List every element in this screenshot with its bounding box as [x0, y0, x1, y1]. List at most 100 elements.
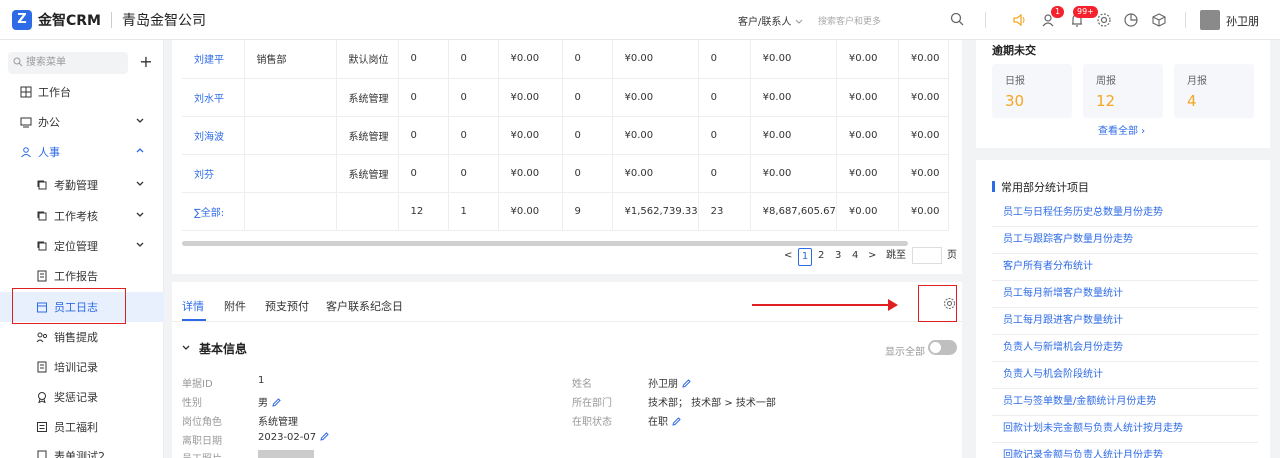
- chevron-down-icon[interactable]: [182, 344, 190, 352]
- sidebar-item-hr[interactable]: 人事: [0, 137, 164, 167]
- page-2-button[interactable]: 2: [818, 248, 824, 264]
- copy-icon: [37, 241, 47, 251]
- sidebar-item-label: 人事: [38, 146, 60, 159]
- annotation-arrow: [752, 304, 892, 306]
- stats-link[interactable]: 员工与跟踪客户数量月份走势: [992, 227, 1258, 254]
- stat-daily[interactable]: 日报 30: [992, 64, 1072, 118]
- field-value-status: 在职: [648, 413, 681, 428]
- stat-value: 12: [1096, 92, 1116, 110]
- table-cell: ¥0.00: [836, 78, 899, 117]
- logo-icon[interactable]: Z: [12, 9, 32, 30]
- active-tab-indicator: [182, 319, 206, 321]
- tab-advance-payment[interactable]: 预支预付: [265, 298, 309, 314]
- stat-weekly[interactable]: 周报 12: [1083, 64, 1163, 118]
- edit-icon[interactable]: [272, 398, 281, 407]
- chevron-down-icon: [136, 118, 144, 123]
- stats-link[interactable]: 员工每月跟进客户数量统计: [992, 308, 1258, 335]
- table-cell-name[interactable]: 刘芬: [182, 154, 245, 193]
- tab-anniversary[interactable]: 客户联系纪念日: [326, 298, 403, 314]
- monitor-icon: [20, 117, 32, 128]
- stats-link[interactable]: 回款记录金额与负责人统计月份走势: [992, 443, 1258, 458]
- table-cell-name[interactable]: 刘海波: [182, 116, 245, 155]
- sidebar-item-attendance[interactable]: 考勤管理: [0, 170, 164, 200]
- avatar[interactable]: [1200, 10, 1220, 30]
- stats-link[interactable]: 员工与日程任务历史总数量月份走势: [992, 200, 1258, 227]
- document-icon: [37, 450, 47, 458]
- menu-search-placeholder: 搜索菜单: [26, 57, 66, 68]
- page-3-button[interactable]: 3: [835, 248, 841, 264]
- next-page-button[interactable]: >: [868, 248, 876, 264]
- cube-icon[interactable]: [1150, 11, 1168, 29]
- prev-page-button[interactable]: <: [784, 248, 792, 264]
- page-1-button[interactable]: 1: [798, 248, 812, 266]
- menu-search-input[interactable]: 搜索菜单: [8, 52, 128, 74]
- sidebar-item-form-test[interactable]: 表单测试2: [0, 441, 164, 458]
- table-cell: 0: [448, 78, 499, 117]
- show-all-toggle[interactable]: [928, 340, 957, 355]
- table-cell: ¥0.00: [898, 78, 949, 117]
- title-accent-bar: [992, 181, 995, 192]
- page-4-button[interactable]: 4: [852, 248, 858, 264]
- employee-photo[interactable]: [258, 450, 314, 458]
- edit-icon[interactable]: [672, 417, 681, 426]
- horizontal-scrollbar[interactable]: [182, 241, 908, 246]
- tab-attachments[interactable]: 附件: [224, 298, 246, 314]
- field-value-leave-date: 2023-02-07: [258, 432, 329, 443]
- sidebar-item-office[interactable]: 办公: [0, 107, 164, 137]
- sidebar-item-label: 工作台: [38, 86, 71, 99]
- sidebar-item-label: 奖惩记录: [54, 391, 98, 404]
- table-cell: ¥0.00: [612, 40, 699, 79]
- stat-label: 周报: [1096, 76, 1116, 87]
- pie-chart-icon[interactable]: [1122, 11, 1140, 29]
- grid-icon: [20, 86, 32, 98]
- document-icon: [37, 361, 47, 373]
- search-icon[interactable]: [950, 12, 964, 26]
- table-cell-name[interactable]: 刘水平: [182, 78, 245, 117]
- stats-link[interactable]: 员工与签单数量/金额统计月份走势: [992, 389, 1258, 416]
- sidebar-item-commission[interactable]: 销售提成: [0, 322, 164, 352]
- sidebar-item-assessment[interactable]: 工作考核: [0, 201, 164, 231]
- sidebar-item-label: 培训记录: [54, 361, 98, 374]
- sidebar-item-work-report[interactable]: 工作报告: [0, 261, 164, 291]
- table-cell: ¥0.00: [836, 154, 899, 193]
- stats-link[interactable]: 负责人与机会阶段统计: [992, 362, 1258, 389]
- table-cell-name[interactable]: ∑全部:: [182, 192, 245, 231]
- jump-page-input[interactable]: [912, 247, 942, 264]
- table-cell: ¥0.00: [750, 40, 837, 79]
- table-cell: 0: [398, 116, 449, 155]
- table-cell: 0: [448, 154, 499, 193]
- table-cell: [244, 116, 337, 155]
- stats-link[interactable]: 负责人与新增机会月份走势: [992, 335, 1258, 362]
- sidebar-item-location[interactable]: 定位管理: [0, 231, 164, 261]
- document-icon: [37, 270, 47, 282]
- sidebar-item-training[interactable]: 培训记录: [0, 352, 164, 382]
- search-input[interactable]: 搜索客户和更多: [818, 14, 881, 27]
- search-scope-select[interactable]: 客户/联系人: [738, 13, 803, 28]
- table-cell: 0: [698, 78, 751, 117]
- stats-link[interactable]: 回款计划未完金额与负责人统计按月走势: [992, 416, 1258, 443]
- stats-link[interactable]: 客户所有者分布统计: [992, 254, 1258, 281]
- stats-table-card: 刘建平 销售部 默认岗位 0 0 ¥0.00 0 ¥0.00 0 ¥0.00 ¥0.00 ¥0.00 刘…: [172, 40, 962, 274]
- table-cell: 系统管理: [336, 154, 399, 193]
- sidebar-item-welfare[interactable]: 员工福利: [0, 412, 164, 442]
- speaker-icon[interactable]: [1011, 11, 1029, 29]
- username[interactable]: 孙卫朋: [1226, 13, 1259, 29]
- table-cell-name[interactable]: 刘建平: [182, 40, 245, 79]
- sidebar-item-workbench[interactable]: 工作台: [0, 77, 164, 107]
- stat-value: 4: [1187, 92, 1197, 110]
- stat-monthly[interactable]: 月报 4: [1174, 64, 1254, 118]
- copy-icon: [37, 211, 47, 221]
- sidebar-item-label: 表单测试2: [54, 450, 105, 458]
- edit-icon[interactable]: [320, 432, 329, 441]
- chevron-up-icon: [136, 148, 144, 153]
- add-menu-button[interactable]: +: [136, 53, 156, 73]
- gear-icon[interactable]: [1095, 11, 1113, 29]
- tab-details[interactable]: 详情: [182, 298, 204, 314]
- sidebar-item-label: 考勤管理: [54, 179, 98, 192]
- view-all-link[interactable]: 查看全部 ›: [1098, 122, 1145, 137]
- stats-link[interactable]: 员工每月新增客户数量统计: [992, 281, 1258, 308]
- copy-icon: [37, 180, 47, 190]
- edit-icon[interactable]: [682, 379, 691, 388]
- table-row: 刘芬 系统管理 0 0 ¥0.00 0 ¥0.00 0 ¥0.00 ¥0.00 ¥0.00: [182, 154, 949, 193]
- sidebar-item-rewards[interactable]: 奖惩记录: [0, 382, 164, 412]
